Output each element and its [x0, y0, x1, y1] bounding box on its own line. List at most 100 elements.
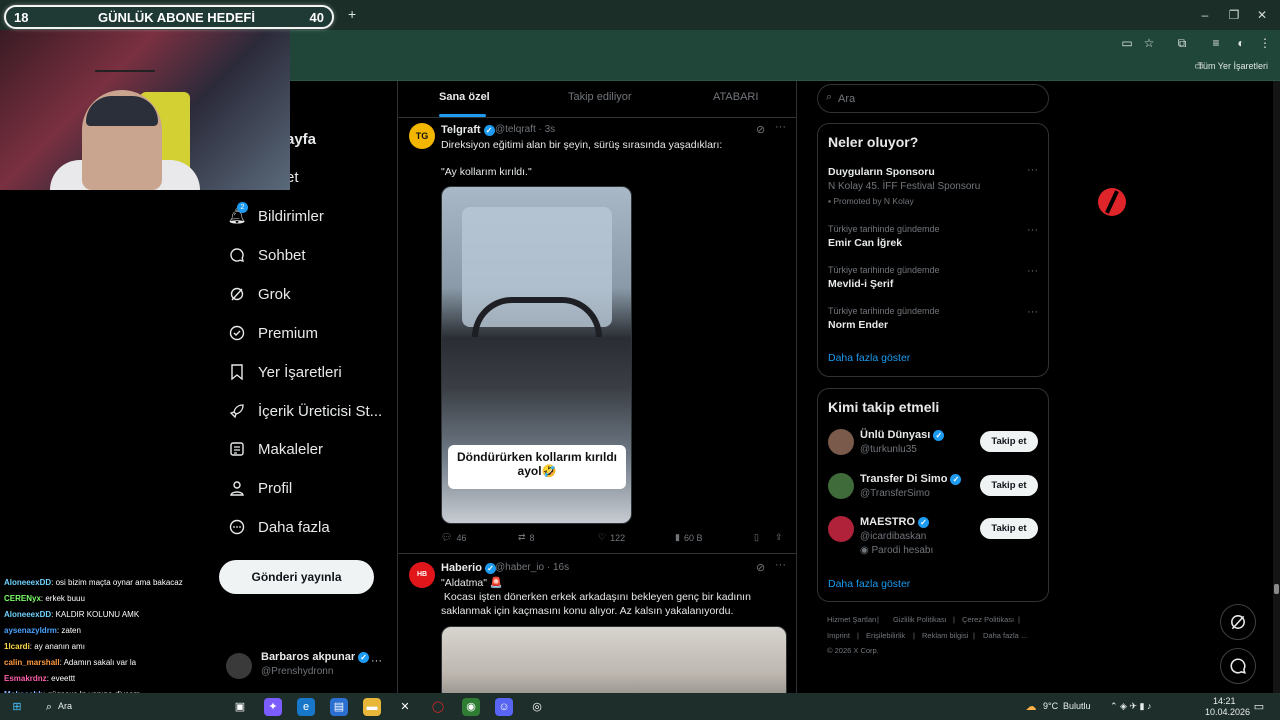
file-explorer-icon[interactable]: ▬	[363, 698, 381, 716]
repost-button[interactable]: ⇄ 8	[518, 532, 535, 543]
follow-suggestion[interactable]: MAESTRO ✓ @icardibaskan ◉ Parodi hesabı T…	[818, 514, 1048, 560]
more-icon[interactable]: ···	[371, 655, 382, 667]
chrome-icon[interactable]: ◉	[462, 698, 480, 716]
follow-suggestion[interactable]: Ünlü Dünyası ✓ @turkunlu35 Takip et	[818, 427, 1048, 461]
store-icon[interactable]: ▤	[330, 698, 348, 716]
search-icon[interactable]: ⌕	[40, 698, 58, 716]
chat-message: CERENyx: erkek buuu	[4, 594, 85, 603]
copilot-icon[interactable]: ✦	[264, 698, 282, 716]
all-bookmarks-link[interactable]: Tüm Yer İşaretleri	[1197, 61, 1268, 71]
discord-icon[interactable]: ☺	[495, 698, 513, 716]
close-icon[interactable]: ✕	[1252, 6, 1272, 24]
tray-icons[interactable]: ⌃ ◈ ✈ ▮ ♪	[1110, 701, 1151, 712]
weather-temp[interactable]: 9°C	[1043, 701, 1058, 711]
more-icon[interactable]: ···	[1027, 306, 1038, 318]
profile-avatar-icon[interactable]: ◐	[1232, 35, 1250, 51]
footer-link[interactable]: Erişilebilirlik	[866, 631, 905, 640]
nav-creator-studio[interactable]: İçerik Üreticisi St...	[228, 397, 382, 425]
tweet-video[interactable]	[441, 626, 787, 693]
tweet-handle: @telqraft · 3s	[495, 124, 555, 135]
grok-icon[interactable]: ⊘	[756, 561, 765, 574]
taskbar-search-label[interactable]: Ara	[58, 701, 72, 711]
avatar[interactable]: HB	[409, 562, 435, 588]
scrollbar[interactable]	[1273, 81, 1280, 693]
tweet[interactable]: HB Haberio ✓ @haber_io · 16s ⊘ ··· "Aldat…	[398, 554, 796, 693]
show-more-trends[interactable]: Daha fazla göster	[828, 352, 910, 364]
xbox-icon[interactable]: ✕	[396, 698, 414, 716]
follow-button[interactable]: Takip et	[980, 518, 1038, 539]
nav-bookmarks[interactable]: Yer İşaretleri	[228, 358, 342, 386]
tab-atabari[interactable]: ATABARI	[713, 91, 758, 103]
more-icon[interactable]: ···	[1027, 164, 1038, 176]
clock-time[interactable]: 14:21	[1213, 696, 1236, 706]
minimize-icon[interactable]: –	[1195, 6, 1215, 24]
trend-item[interactable]: Türkiye tarihinde gündemde Norm Ender ··…	[818, 306, 1048, 336]
clock-date[interactable]: 10.04.2026	[1205, 707, 1250, 717]
star-icon[interactable]: ☆	[1140, 35, 1158, 51]
more-icon[interactable]: ···	[1027, 265, 1038, 277]
share-button[interactable]: ⇪	[775, 532, 783, 543]
new-tab-button[interactable]: +	[348, 6, 356, 22]
trend-item[interactable]: Türkiye tarihinde gündemde Mevlid-i Şeri…	[818, 265, 1048, 295]
windows-start-icon[interactable]: ⊞	[8, 698, 26, 716]
opera-icon[interactable]: ◯	[429, 698, 447, 716]
tweet-author[interactable]: Haberio ✓	[441, 562, 496, 574]
more-icon[interactable]: ···	[775, 121, 786, 133]
follow-button[interactable]: Takip et	[980, 431, 1038, 452]
edge-icon[interactable]: e	[297, 698, 315, 716]
views-button[interactable]: ▮ 60 B	[675, 532, 702, 543]
extensions-icon[interactable]: ⧉	[1173, 35, 1191, 51]
tweet-author[interactable]: Telgraft ✓	[441, 124, 495, 136]
nav-more[interactable]: Daha fazla	[228, 513, 330, 541]
footer-link[interactable]: Hizmet Şartları	[827, 615, 877, 624]
nav-articles[interactable]: Makaleler	[228, 435, 323, 463]
footer-link[interactable]: Imprint	[827, 631, 850, 640]
task-view-icon[interactable]: ▣	[231, 698, 249, 716]
verified-icon: ✓	[483, 124, 495, 136]
follow-button[interactable]: Takip et	[980, 475, 1038, 496]
search-input[interactable]: ⌕ Ara	[817, 84, 1049, 113]
grok-float-button[interactable]	[1220, 604, 1256, 640]
grok-icon[interactable]: ⊘	[756, 123, 765, 136]
trend-item[interactable]: Duyguların Sponsoru N Kolay 45. İFF Fest…	[818, 164, 1048, 210]
tweet-video[interactable]: Döndürürken kollarım kırıldı ayol🤣	[441, 186, 632, 524]
goal-target: 40	[309, 10, 324, 25]
footer-link[interactable]: Çerez Politikası	[962, 615, 1014, 624]
more-icon[interactable]: ···	[775, 559, 786, 571]
weather-label[interactable]: Bulutlu	[1063, 701, 1091, 711]
restore-icon[interactable]: ❐	[1224, 6, 1244, 24]
chat-text: : eveettt	[46, 674, 76, 683]
cast-icon[interactable]: ▭	[1118, 35, 1136, 51]
more-icon[interactable]: ···	[1027, 224, 1038, 236]
author-name: Haberio	[441, 562, 482, 574]
follow-suggestion[interactable]: Transfer Di Simo ✓ @TransferSimo Takip et	[818, 471, 1048, 505]
nav-profile[interactable]: Profil	[228, 474, 292, 502]
tweet[interactable]: TG Telgraft ✓ @telqraft · 3s ⊘ ··· Direks…	[398, 118, 796, 553]
notification-center-icon[interactable]: ▭	[1250, 698, 1268, 716]
menu-icon[interactable]: ⋮	[1256, 35, 1274, 51]
reading-list-icon[interactable]: ≡	[1207, 35, 1225, 51]
tab-for-you[interactable]: Sana özel	[439, 91, 490, 103]
chat-username: AloneeexDD	[4, 610, 52, 619]
nav-home[interactable]: ayfa	[286, 125, 316, 153]
footer-link[interactable]: Daha fazla ...	[983, 631, 1027, 640]
like-button[interactable]: ♡ 122	[598, 532, 625, 543]
footer-link[interactable]: Gizlilik Politikası	[893, 615, 947, 624]
nav-notifications[interactable]: 🔔︎ 2 Bildirimler	[227, 202, 324, 230]
tab-following[interactable]: Takip ediliyor	[568, 91, 632, 103]
post-button[interactable]: Gönderi yayınla	[219, 560, 374, 594]
avatar[interactable]: TG	[409, 123, 435, 149]
bookmark-button[interactable]: ▯	[754, 532, 759, 543]
nav-premium[interactable]: Premium	[228, 319, 318, 347]
account-switcher[interactable]: Barbaros akpunar ✓ @Prenshydronn ···	[226, 651, 382, 681]
footer-link[interactable]: Reklam bilgisi	[922, 631, 968, 640]
nav-chat[interactable]: Sohbet	[228, 241, 306, 269]
reply-count: 46	[456, 532, 467, 543]
show-more-suggestions[interactable]: Daha fazla göster	[828, 578, 910, 590]
reply-button[interactable]: 💬︎ 46	[441, 532, 466, 543]
nav-grok[interactable]: Grok	[228, 280, 291, 308]
trend-item[interactable]: Türkiye tarihinde gündemde Emir Can İğre…	[818, 224, 1048, 254]
messages-float-button[interactable]	[1220, 648, 1256, 684]
obs-icon[interactable]: ◎	[528, 698, 546, 716]
scrollbar-thumb[interactable]	[1274, 584, 1279, 594]
